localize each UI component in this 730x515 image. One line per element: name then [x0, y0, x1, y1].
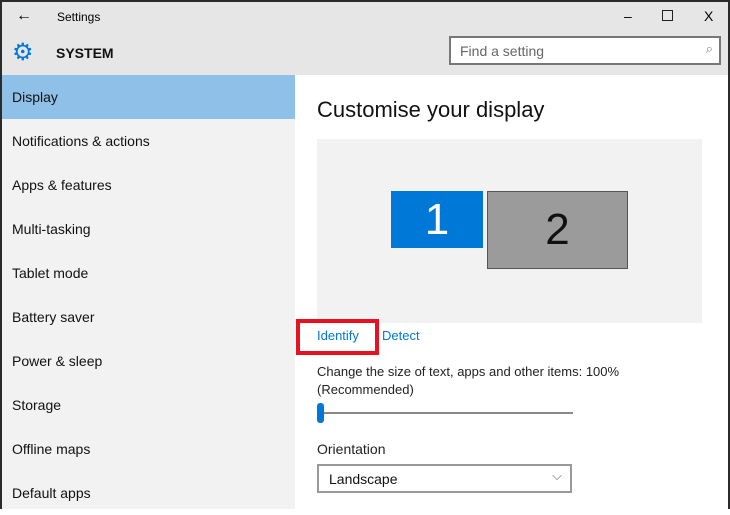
sidebar-item-offline-maps[interactable]: Offline maps [2, 427, 295, 471]
main-content: Customise your display 1 2 Identify Dete… [295, 75, 728, 509]
sidebar: Display Notifications & actions Apps & f… [2, 75, 295, 509]
monitor-preview: 1 2 [317, 139, 702, 323]
search-icon[interactable]: ⌕ [706, 41, 713, 57]
sidebar-item-apps[interactable]: Apps & features [2, 163, 295, 207]
scale-slider[interactable] [317, 403, 573, 423]
slider-thumb[interactable] [317, 403, 324, 423]
sidebar-item-power-sleep[interactable]: Power & sleep [2, 339, 295, 383]
window-title: Settings [57, 10, 101, 24]
scale-label: Change the size of text, apps and other … [317, 364, 620, 379]
chevron-down-icon: ⌵ [552, 468, 562, 483]
header: ⚙ SYSTEM Find a setting ⌕ [2, 32, 728, 75]
sidebar-item-storage[interactable]: Storage [2, 383, 295, 427]
orientation-value: Landscape [329, 471, 398, 487]
maximize-button[interactable] [662, 10, 673, 21]
gear-icon: ⚙ [12, 39, 34, 66]
sidebar-item-multitasking[interactable]: Multi-tasking [2, 207, 295, 251]
search-input[interactable]: Find a setting ⌕ [449, 36, 721, 65]
title-bar: ← Settings – X [2, 2, 728, 32]
section-title: SYSTEM [56, 45, 114, 61]
sidebar-item-display[interactable]: Display [2, 75, 295, 119]
monitor-2[interactable]: 2 [487, 191, 628, 269]
orientation-dropdown[interactable]: Landscape ⌵ [317, 464, 572, 493]
sidebar-item-notifications[interactable]: Notifications & actions [2, 119, 295, 163]
orientation-label: Orientation [317, 441, 386, 457]
close-button[interactable]: X [704, 8, 713, 24]
search-placeholder: Find a setting [460, 43, 545, 59]
minimize-button[interactable]: – [624, 8, 632, 24]
identify-link[interactable]: Identify [317, 328, 359, 343]
sidebar-item-battery-saver[interactable]: Battery saver [2, 295, 295, 339]
scale-note: (Recommended) [317, 382, 414, 397]
monitor-1[interactable]: 1 [391, 191, 483, 248]
sidebar-item-tablet-mode[interactable]: Tablet mode [2, 251, 295, 295]
detect-link[interactable]: Detect [382, 328, 420, 343]
page-title: Customise your display [317, 97, 545, 122]
sidebar-item-default-apps[interactable]: Default apps [2, 471, 295, 515]
back-arrow-icon[interactable]: ← [16, 7, 32, 25]
